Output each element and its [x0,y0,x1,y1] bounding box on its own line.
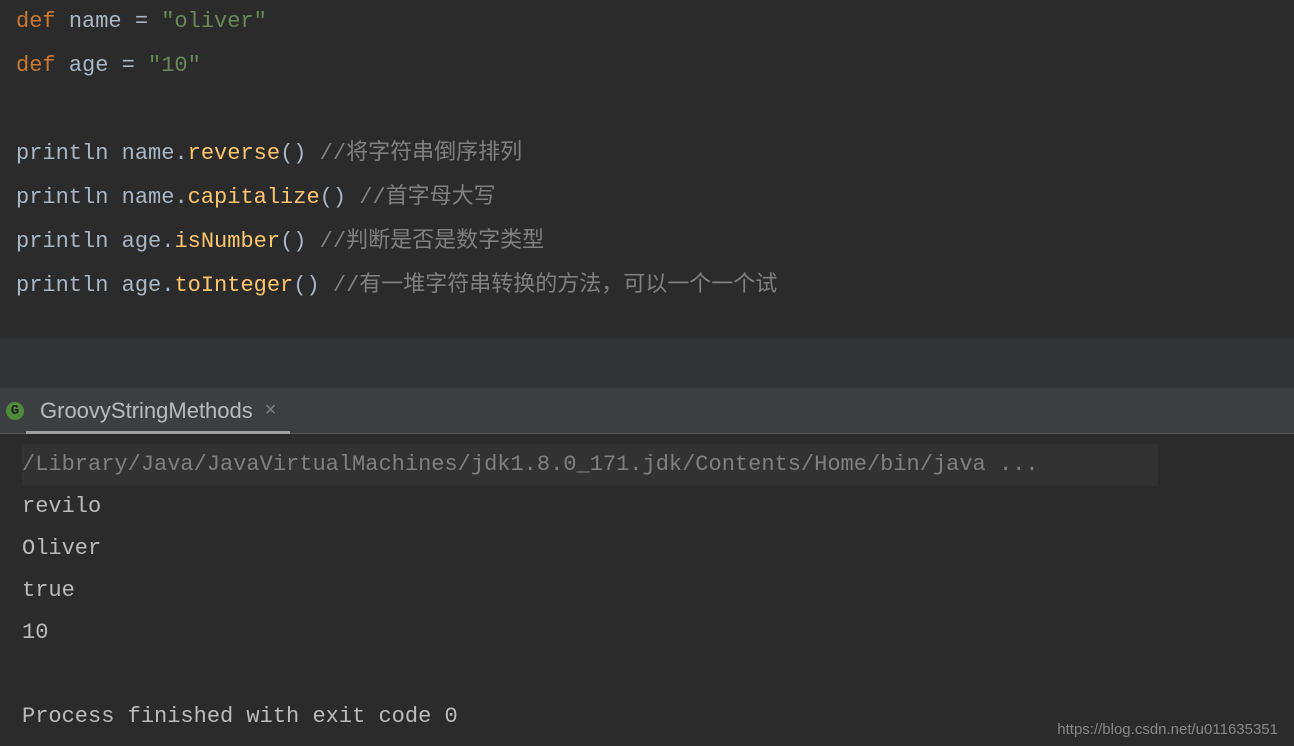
code-token-comment: //有一堆字符串转换的方法，可以一个一个试 [320,273,778,298]
panel-separator [0,338,1294,388]
code-editor[interactable]: def name = "oliver"def age = "10" printl… [0,0,1294,338]
code-token-method: reverse [188,141,280,166]
code-line: println age.toInteger() //有一堆字符串转换的方法，可以… [16,264,1278,308]
code-line [16,88,1278,132]
code-token-punct: () [280,141,306,166]
code-token-eq: = [108,53,148,78]
code-line: println age.isNumber() //判断是否是数字类型 [16,220,1278,264]
code-token-str: "10" [148,53,201,78]
code-token-punct: () [280,229,306,254]
code-token-punct: . [174,141,187,166]
console-line: revilo [22,486,1278,528]
code-token-ident: println [16,273,122,298]
run-tab-bar: G GroovyStringMethods × [0,388,1294,434]
console-line [22,654,1278,696]
code-token-ident: age [122,273,162,298]
code-token-ident: age [122,229,162,254]
run-tab-label: GroovyStringMethods [40,398,253,424]
code-token-punct: . [161,229,174,254]
code-token-comment: //首字母大写 [346,185,496,210]
code-token-punct: . [174,185,187,210]
close-icon[interactable]: × [265,399,277,422]
code-line: println name.reverse() //将字符串倒序排列 [16,132,1278,176]
console-line: true [22,570,1278,612]
code-line: def name = "oliver" [16,0,1278,44]
code-token-eq: = [122,9,162,34]
code-token-ident: name [122,141,175,166]
code-token-method: toInteger [174,273,293,298]
console-command-line: /Library/Java/JavaVirtualMachines/jdk1.8… [22,444,1158,486]
code-token-punct: () [293,273,319,298]
code-token-str: "oliver" [161,9,267,34]
code-token-method: capitalize [188,185,320,210]
watermark: https://blog.csdn.net/u011635351 [1057,721,1278,738]
code-token-kw: def [16,53,69,78]
run-tab[interactable]: GroovyStringMethods × [26,388,290,433]
code-token-ident: name [122,185,175,210]
code-token-ident: println [16,229,122,254]
groovy-file-icon: G [6,402,24,420]
run-config-icon: G [0,388,26,433]
code-token-ident: name [69,9,122,34]
code-token-punct: . [161,273,174,298]
console-line: 10 [22,612,1278,654]
code-line: println name.capitalize() //首字母大写 [16,176,1278,220]
code-token-kw: def [16,9,69,34]
code-token-punct: () [320,185,346,210]
code-token-ident: println [16,185,122,210]
code-token-comment: //判断是否是数字类型 [306,229,544,254]
code-token-method: isNumber [174,229,280,254]
code-token-ident: println [16,141,122,166]
console-line: Oliver [22,528,1278,570]
code-token-ident: age [69,53,109,78]
code-token-comment: //将字符串倒序排列 [306,141,522,166]
code-line: def age = "10" [16,44,1278,88]
console-output[interactable]: /Library/Java/JavaVirtualMachines/jdk1.8… [0,434,1294,738]
